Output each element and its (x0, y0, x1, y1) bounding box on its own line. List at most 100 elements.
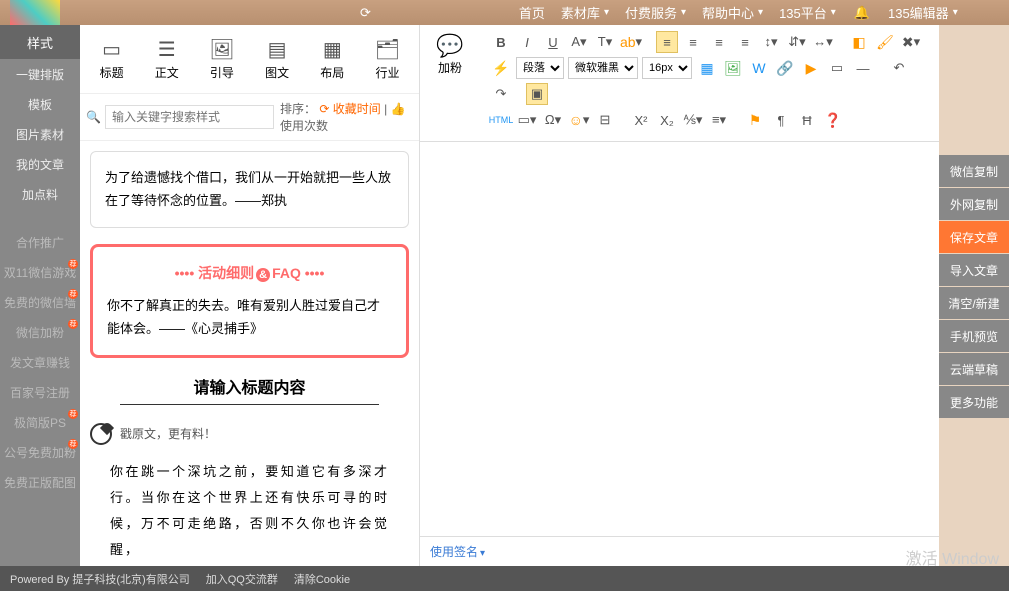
sidebar-myarticles[interactable]: 我的文章 (0, 149, 80, 179)
emoji-button[interactable]: ☺▾ (568, 109, 590, 131)
sidebar-oneclick[interactable]: 一键排版 (0, 59, 80, 89)
sidebar-template[interactable]: 模板 (0, 89, 80, 119)
sidebar-promo-3[interactable]: 微信加粉荐 (0, 317, 80, 347)
html-button[interactable]: HTML (490, 109, 512, 131)
table-button[interactable]: ▦ (696, 57, 718, 79)
style-card-quote2[interactable]: 你在跳一个深坑之前，要知道它有多深才行。当你在这个世界上还有快乐可寻的时候，万不… (90, 459, 409, 563)
tab-industry[interactable]: 🗂行业 (360, 33, 415, 85)
align-right-button[interactable]: ≡ (708, 31, 730, 53)
help-button[interactable]: ❓ (822, 109, 844, 131)
highlight-button[interactable]: ab▾ (620, 31, 642, 53)
sidebar-promo-0[interactable]: 合作推广 (0, 227, 80, 257)
tab-layout[interactable]: ▦布局 (305, 33, 360, 85)
pi-button[interactable]: ¶ (770, 109, 792, 131)
sidebar-images[interactable]: 图片素材 (0, 119, 80, 149)
brush-button[interactable]: 🖌 (874, 31, 896, 53)
letterspace-button[interactable]: ↔▾ (812, 31, 834, 53)
expand-button[interactable]: ▣ (526, 83, 548, 105)
sort-fav[interactable]: 收藏时间 (333, 102, 381, 116)
omega-button[interactable]: Ω▾ (542, 109, 564, 131)
font-select[interactable]: 微软雅黑 (568, 57, 638, 79)
rbtn-clear[interactable]: 清空/新建 (939, 287, 1009, 319)
anchor-button[interactable]: ⊟ (594, 109, 616, 131)
subscript-button[interactable]: X₂ (656, 109, 678, 131)
sidebar-promo-4[interactable]: 发文章赚钱 (0, 347, 80, 377)
underline-button[interactable]: U (542, 31, 564, 53)
nav-platform[interactable]: 135平台 (779, 3, 836, 22)
sort-label: 排序： ⟳ 收藏时间 | 👍 使用次数 (280, 100, 413, 134)
refresh-icon[interactable]: ⟳ (360, 5, 371, 21)
lineheight-button[interactable]: ↕▾ (760, 31, 782, 53)
textstyle-button[interactable]: T▾ (594, 31, 616, 53)
eraser-button[interactable]: ◧ (848, 31, 870, 53)
link-button[interactable]: 🔗 (774, 57, 796, 79)
sidebar-extras[interactable]: 加点料 (0, 179, 80, 209)
bell-icon[interactable]: 🔔 (854, 5, 870, 21)
tab-body[interactable]: ☰正文 (139, 33, 194, 85)
industry-icon: 🗂 (360, 37, 415, 62)
italic-button[interactable]: I (516, 31, 538, 53)
fontcolor-button[interactable]: A▾ (568, 31, 590, 53)
sort-use[interactable]: 使用次数 (280, 119, 328, 133)
refresh-small-icon[interactable]: ⟳ (319, 102, 329, 116)
align-center-button[interactable]: ≡ (682, 31, 704, 53)
style-list[interactable]: 为了给遗憾找个借口，我们从一开始就把一些人放在了等待怀念的位置。——郑执 •••… (80, 141, 419, 566)
sidebar-promo-8[interactable]: 免费正版配图 (0, 467, 80, 497)
clear-button[interactable]: ✖▾ (900, 31, 922, 53)
sidebar-promo-2[interactable]: 免费的微信墙荐 (0, 287, 80, 317)
card-button[interactable]: ▭ (826, 57, 848, 79)
size-select[interactable]: 16px (642, 57, 692, 79)
hr-button[interactable]: — (852, 57, 874, 79)
nav-home[interactable]: 首页 (519, 3, 545, 22)
undo-button[interactable]: ↶ (888, 57, 910, 79)
find-button[interactable]: Ħ (796, 109, 818, 131)
rbtn-wechat-copy[interactable]: 微信复制 (939, 155, 1009, 187)
style-card-title-prompt[interactable]: 请输入标题内容 (120, 374, 379, 405)
bold-button[interactable]: B (490, 31, 512, 53)
style-card-rules[interactable]: •••• 活动细则&FAQ •••• 你不了解真正的失去。唯有爱别人胜过爱自己才… (90, 244, 409, 358)
nav-materials[interactable]: 素材库 (561, 3, 609, 22)
tab-imgtext[interactable]: ▤图文 (250, 33, 305, 85)
style-card-quote[interactable]: 为了给遗憾找个借口，我们从一开始就把一些人放在了等待怀念的位置。——郑执 (90, 151, 409, 228)
rbtn-web-copy[interactable]: 外网复制 (939, 188, 1009, 220)
sidebar-styles[interactable]: 样式 (0, 25, 80, 59)
style-card-readmore[interactable]: 戳原文，更有料！ (90, 423, 409, 445)
align-left-button[interactable]: ≡ (656, 31, 678, 53)
ol-button[interactable]: ⅍▾ (682, 109, 704, 131)
rbtn-preview[interactable]: 手机预览 (939, 320, 1009, 352)
signature-dropdown[interactable]: 使用签名 (420, 536, 939, 566)
nav-help[interactable]: 帮助中心 (702, 3, 763, 22)
badge-icon: 荐 (68, 319, 78, 329)
paragraph-select[interactable]: 段落 (516, 57, 564, 79)
tab-guide[interactable]: 🖼引导 (194, 33, 249, 85)
tab-addfans[interactable]: 💬加粉 (420, 25, 480, 84)
sidebar-left: 样式 一键排版 模板 图片素材 我的文章 加点料 合作推广 双11微信游戏荐 免… (0, 25, 80, 566)
image-button[interactable]: 🖼 (722, 57, 744, 79)
tab-title[interactable]: ▭标题 (84, 33, 139, 85)
sidebar-promo-6[interactable]: 极简版PS荐 (0, 407, 80, 437)
rbtn-save[interactable]: 保存文章 (939, 221, 1009, 253)
nav-editor[interactable]: 135编辑器 (888, 3, 958, 22)
nav-paid[interactable]: 付费服务 (625, 3, 686, 22)
rbtn-more[interactable]: 更多功能 (939, 386, 1009, 418)
sidebar-promo-7[interactable]: 公号免费加粉荐 (0, 437, 80, 467)
footer-cookie[interactable]: 清除Cookie (294, 571, 350, 587)
flag-button[interactable]: ⚑ (744, 109, 766, 131)
sidebar-promo-1[interactable]: 双11微信游戏荐 (0, 257, 80, 287)
word-button[interactable]: W (748, 57, 770, 79)
rbtn-import[interactable]: 导入文章 (939, 254, 1009, 286)
redo-button[interactable]: ↷ (490, 83, 512, 105)
sidebar-promo-5[interactable]: 百家号注册 (0, 377, 80, 407)
autoformat-button[interactable]: ⚡ (490, 57, 512, 79)
badge-icon: 荐 (68, 259, 78, 269)
source-button[interactable]: ▭▾ (516, 109, 538, 131)
footer-qq[interactable]: 加入QQ交流群 (206, 571, 278, 587)
rbtn-cloud[interactable]: 云端草稿 (939, 353, 1009, 385)
search-input[interactable] (105, 105, 274, 129)
ul-button[interactable]: ≡▾ (708, 109, 730, 131)
media-button[interactable]: ▶ (800, 57, 822, 79)
editor-content[interactable] (420, 142, 939, 536)
superscript-button[interactable]: X² (630, 109, 652, 131)
spacing-button[interactable]: ⇵▾ (786, 31, 808, 53)
align-justify-button[interactable]: ≡ (734, 31, 756, 53)
